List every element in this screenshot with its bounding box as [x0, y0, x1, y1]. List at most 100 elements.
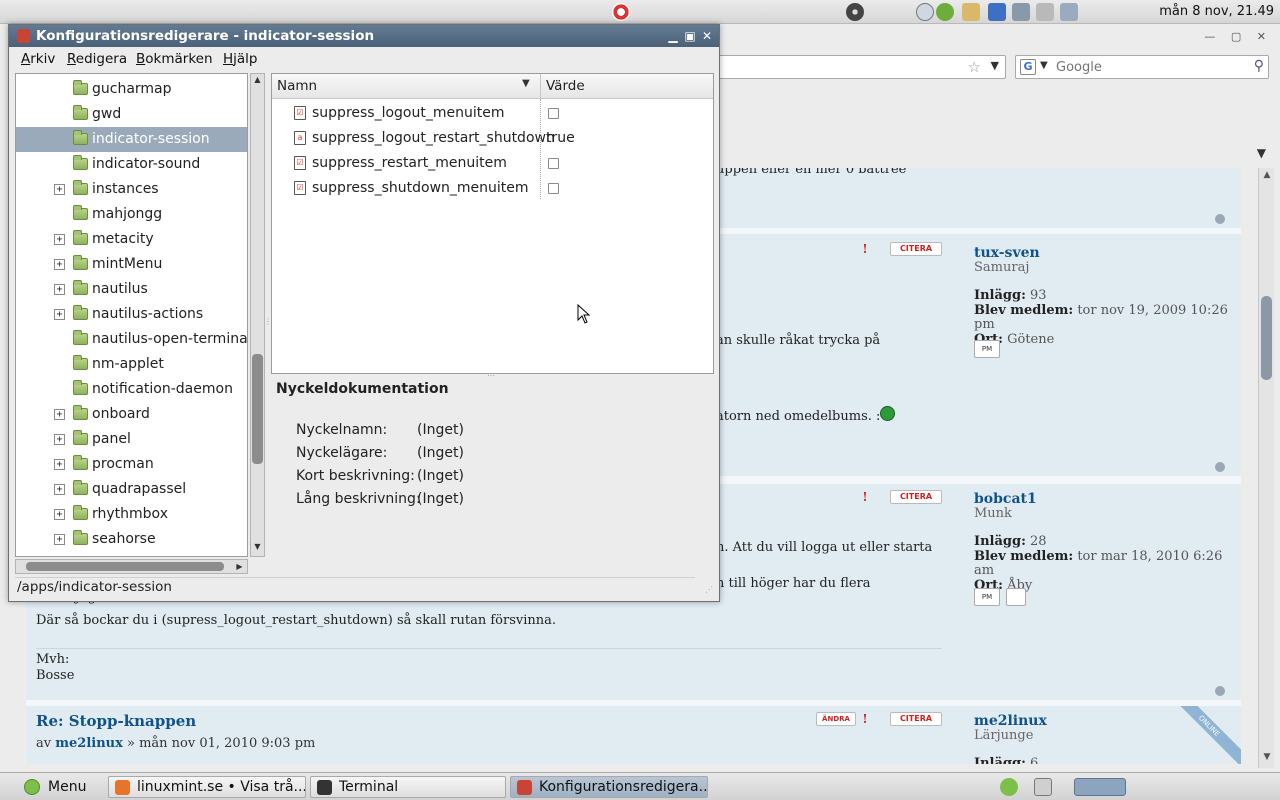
config-editor-icon[interactable] — [17, 29, 30, 43]
workspace-switcher[interactable] — [1074, 778, 1126, 796]
website-icon[interactable] — [1006, 588, 1026, 606]
maximize-icon[interactable]: ▣ — [682, 28, 698, 44]
key-list[interactable]: Namn ▼ Värde ☑ suppress_logout_menuitem a s… — [271, 73, 714, 374]
expander-plus-icon[interactable]: + — [54, 184, 65, 195]
quote-button[interactable]: CITERA — [890, 712, 942, 726]
tree-item[interactable]: mahjongg — [16, 202, 247, 227]
key-row[interactable]: ☑ suppress_logout_menuitem — [272, 101, 713, 126]
tree-item[interactable]: gucharmap — [16, 77, 247, 102]
title-bar[interactable]: Konfigurationsredigerare - indicator-ses… — [9, 25, 719, 47]
expander-plus-icon[interactable]: + — [54, 534, 65, 545]
menu-bookmarks[interactable]: Bokmärken — [136, 51, 213, 67]
scroll-down-icon[interactable]: ▼ — [1261, 752, 1273, 764]
expander-plus-icon[interactable]: + — [54, 409, 65, 420]
pane-grip[interactable]: ⋯ — [487, 371, 495, 380]
clock[interactable]: mån 8 nov, 21.49 — [1159, 4, 1274, 19]
pm-button[interactable]: PM — [974, 340, 1000, 358]
key-value-checkbox[interactable] — [548, 158, 559, 169]
key-value[interactable]: true — [546, 130, 575, 146]
taskbar-button[interactable]: Terminal — [310, 776, 506, 798]
quote-button[interactable]: CITERA — [890, 490, 942, 504]
scroll-up-icon[interactable]: ▲ — [1261, 170, 1273, 182]
browser-window-controls[interactable]: — ▢ ✕ — [1204, 30, 1272, 43]
report-icon[interactable]: ! — [858, 490, 872, 504]
directory-tree[interactable]: gucharmap gwd indicator-session indicator-s… — [15, 73, 248, 557]
chevron-down-icon[interactable]: ▼ — [991, 59, 999, 72]
tree-item[interactable]: + onboard — [16, 402, 247, 427]
chevron-down-icon[interactable]: ▼ — [1040, 60, 1048, 71]
column-name[interactable]: Namn — [277, 78, 317, 94]
tree-item[interactable]: + metacity — [16, 227, 247, 252]
post-title[interactable]: Re: Stopp-knappen — [36, 712, 196, 730]
expander-plus-icon[interactable]: + — [54, 259, 65, 270]
display-icon[interactable] — [1060, 3, 1078, 21]
tree-horizontal-scrollbar[interactable]: ▶ — [15, 559, 248, 574]
tree-item[interactable]: notification-daemon — [16, 377, 247, 402]
network-icon[interactable] — [1012, 3, 1030, 21]
expander-plus-icon[interactable]: + — [54, 234, 65, 245]
taskbar-button[interactable]: linuxmint.se • Visa trå... — [108, 776, 306, 798]
browser-scrollbar[interactable]: ▲ ▼ — [1258, 168, 1274, 768]
post-author-link[interactable]: me2linux — [55, 736, 123, 751]
expander-plus-icon[interactable]: + — [54, 284, 65, 295]
disc-icon[interactable] — [846, 3, 864, 21]
tree-item[interactable]: + seahorse — [16, 527, 247, 552]
column-value[interactable]: Värde — [546, 78, 585, 94]
expander-plus-icon[interactable]: + — [54, 484, 65, 495]
tree-item[interactable]: + instances — [16, 177, 247, 202]
menu-file[interactable]: Arkiv — [21, 51, 55, 67]
menu-help[interactable]: Hjälp — [223, 51, 258, 67]
back-to-top-icon[interactable] — [1215, 214, 1225, 224]
pm-button[interactable]: PM — [974, 588, 1000, 606]
expander-plus-icon[interactable]: + — [54, 434, 65, 445]
scrollbar-thumb[interactable] — [26, 562, 224, 571]
lifebuoy-icon[interactable] — [612, 3, 630, 21]
key-row[interactable]: a suppress_logout_restart_shutdown true — [272, 126, 713, 151]
chevron-down-icon[interactable]: ▼ — [1257, 146, 1266, 160]
search-icon[interactable]: ⚲ — [1254, 58, 1264, 74]
search-bar[interactable]: G ▼ ⚲ — [1015, 55, 1269, 79]
tree-item[interactable]: gwd — [16, 102, 247, 127]
mint-logo-icon[interactable] — [24, 779, 40, 795]
printer-icon[interactable] — [1036, 3, 1054, 21]
back-to-top-icon[interactable] — [1215, 686, 1225, 696]
key-row[interactable]: ☑ suppress_restart_menuitem — [272, 151, 713, 176]
scrollbar-thumb[interactable] — [252, 354, 263, 464]
url-bar[interactable]: ☆ ▼ — [718, 55, 1006, 79]
resize-grip-icon[interactable]: ⋰ — [705, 585, 713, 594]
author-link[interactable]: bobcat1 — [974, 492, 1234, 506]
clipboard-icon[interactable] — [962, 3, 980, 21]
key-value-checkbox[interactable] — [548, 108, 559, 119]
scroll-up-icon[interactable]: ▲ — [251, 75, 264, 88]
column-separator[interactable] — [540, 74, 541, 99]
keyboard-icon[interactable] — [1034, 778, 1052, 796]
bookmark-star-icon[interactable]: ☆ — [968, 58, 981, 76]
scroll-down-icon[interactable]: ▼ — [251, 542, 264, 555]
report-icon[interactable]: ! — [858, 712, 872, 726]
tree-item[interactable]: nm-applet — [16, 352, 247, 377]
tree-item[interactable]: + nautilus-actions — [16, 302, 247, 327]
tree-item[interactable]: + procman — [16, 452, 247, 477]
quote-button[interactable]: CITERA — [890, 242, 942, 256]
tree-item[interactable]: + panel — [16, 427, 247, 452]
update-icon[interactable] — [916, 3, 934, 21]
menu-edit[interactable]: Redigera — [67, 51, 127, 67]
tree-item[interactable]: indicator-session — [16, 127, 247, 152]
tree-vertical-scrollbar[interactable]: ▲ ▼ — [250, 73, 265, 557]
menu-button[interactable]: Menu — [48, 779, 86, 795]
expander-plus-icon[interactable]: + — [54, 459, 65, 470]
sort-chevron-icon[interactable]: ▼ — [522, 78, 530, 89]
bluetooth-icon[interactable] — [988, 3, 1006, 21]
close-icon[interactable]: ✕ — [699, 28, 715, 44]
scroll-right-icon[interactable]: ▶ — [233, 560, 246, 573]
google-icon[interactable]: G — [1020, 59, 1036, 75]
tree-item[interactable]: + nautilus — [16, 277, 247, 302]
report-icon[interactable]: ! — [858, 242, 872, 256]
expander-plus-icon[interactable]: + — [54, 309, 65, 320]
tree-item[interactable]: + mintMenu — [16, 252, 247, 277]
check-icon[interactable] — [936, 3, 954, 21]
edit-button[interactable]: ÄNDRA — [816, 712, 856, 726]
key-value-checkbox[interactable] — [548, 183, 559, 194]
scrollbar-thumb[interactable] — [1261, 296, 1272, 380]
key-row[interactable]: ☑ suppress_shutdown_menuitem — [272, 176, 713, 201]
